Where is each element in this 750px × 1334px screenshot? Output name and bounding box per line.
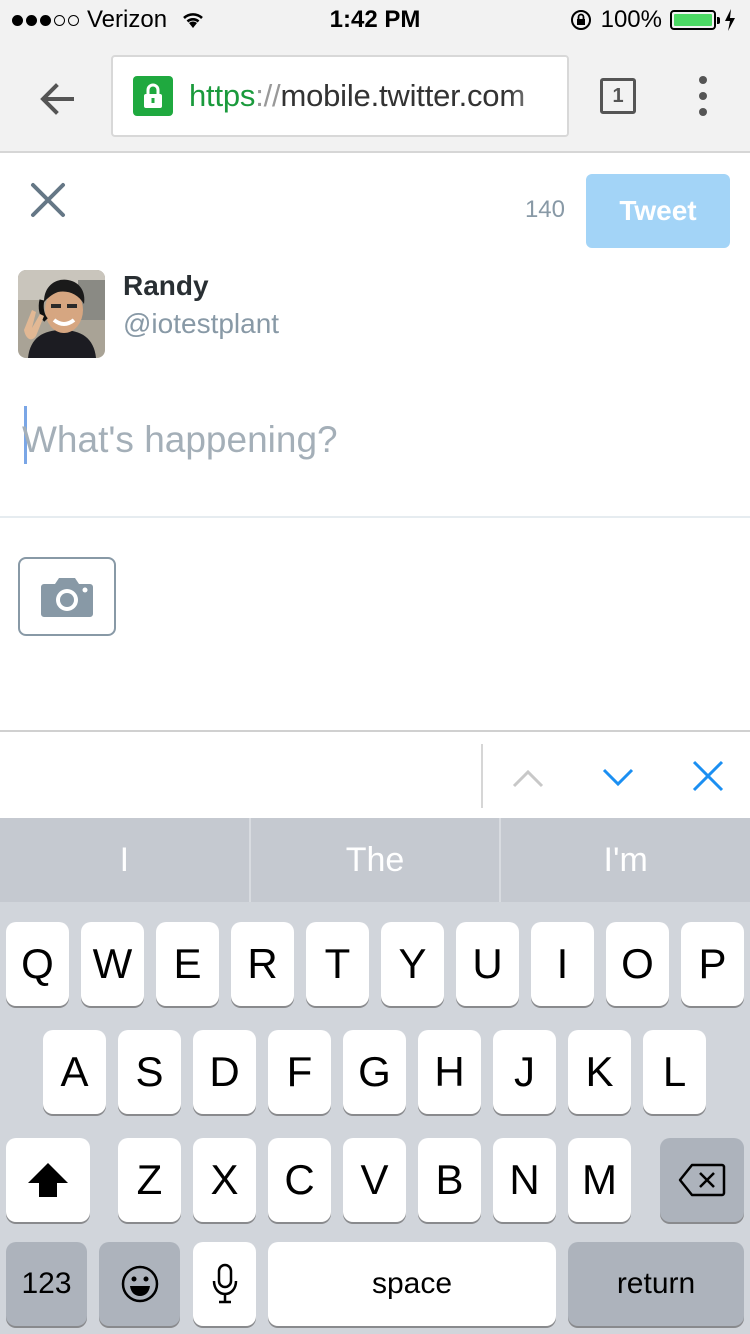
browser-toolbar: https://mobile.twitter.com 1 xyxy=(0,40,750,153)
key-k[interactable]: K xyxy=(568,1030,631,1114)
add-photo-button[interactable] xyxy=(18,557,116,636)
key-o[interactable]: O xyxy=(606,922,669,1006)
suggestion-item[interactable]: I xyxy=(0,818,249,902)
key-v[interactable]: V xyxy=(343,1138,406,1222)
back-arrow-icon[interactable] xyxy=(32,74,82,124)
suggestion-item[interactable]: The xyxy=(248,818,500,902)
space-key[interactable]: space xyxy=(268,1242,556,1326)
key-m[interactable]: M xyxy=(568,1138,631,1222)
charging-icon xyxy=(725,9,735,31)
status-right: 100% xyxy=(569,6,736,34)
url-bar[interactable]: https://mobile.twitter.com xyxy=(111,55,569,137)
backspace-key[interactable] xyxy=(660,1138,744,1222)
close-icon[interactable] xyxy=(690,758,726,794)
key-d[interactable]: D xyxy=(193,1030,256,1114)
user-handle: @iotestplant xyxy=(123,308,280,339)
key-x[interactable]: X xyxy=(193,1138,256,1222)
url-host: mobile.twitter.com xyxy=(280,78,525,113)
key-f[interactable]: F xyxy=(268,1030,331,1114)
url-text: https://mobile.twitter.com xyxy=(189,78,525,114)
key-c[interactable]: C xyxy=(268,1138,331,1222)
camera-icon xyxy=(41,577,93,617)
predictive-bar: I The I'm xyxy=(0,818,750,902)
url-scheme: https xyxy=(189,78,256,113)
key-p[interactable]: P xyxy=(681,922,744,1006)
microphone-icon xyxy=(212,1263,237,1304)
key-h[interactable]: H xyxy=(418,1030,481,1114)
character-count: 140 xyxy=(524,196,565,223)
tweet-button[interactable]: Tweet xyxy=(586,174,730,248)
battery-percent: 100% xyxy=(600,6,662,33)
numbers-key[interactable]: 123 xyxy=(6,1242,87,1326)
status-bar: Verizon 1:42 PM 100% xyxy=(0,0,750,40)
menu-dots-icon[interactable] xyxy=(690,76,716,116)
key-q[interactable]: Q xyxy=(6,922,69,1006)
key-a[interactable]: A xyxy=(43,1030,106,1114)
close-icon[interactable] xyxy=(28,180,68,220)
keyboard: I The I'm Q W E R T Y U I O P A S D F G … xyxy=(0,818,750,1334)
orientation-lock-icon xyxy=(570,10,591,30)
avatar xyxy=(18,270,105,358)
key-r[interactable]: R xyxy=(231,922,294,1006)
chevron-up-icon[interactable] xyxy=(510,760,546,796)
key-i[interactable]: I xyxy=(531,922,594,1006)
key-z[interactable]: Z xyxy=(118,1138,181,1222)
key-s[interactable]: S xyxy=(118,1030,181,1114)
key-e[interactable]: E xyxy=(156,922,219,1006)
shift-key[interactable] xyxy=(6,1138,90,1222)
key-l[interactable]: L xyxy=(643,1030,706,1114)
divider xyxy=(481,744,483,808)
key-g[interactable]: G xyxy=(343,1030,406,1114)
key-y[interactable]: Y xyxy=(381,922,444,1006)
key-j[interactable]: J xyxy=(493,1030,556,1114)
url-separator: :// xyxy=(255,78,281,113)
form-accessory-bar xyxy=(0,730,750,818)
chevron-down-icon[interactable] xyxy=(600,760,636,796)
emoji-icon xyxy=(121,1265,158,1303)
user-name: Randy xyxy=(123,270,209,301)
tabs-icon[interactable]: 1 xyxy=(600,78,636,114)
emoji-key[interactable] xyxy=(99,1242,180,1326)
key-u[interactable]: U xyxy=(456,922,519,1006)
key-b[interactable]: B xyxy=(418,1138,481,1222)
lock-icon xyxy=(133,76,173,116)
key-w[interactable]: W xyxy=(81,922,144,1006)
backspace-icon xyxy=(678,1163,726,1197)
tweet-text-input[interactable] xyxy=(22,410,722,470)
battery-icon xyxy=(670,10,720,30)
key-t[interactable]: T xyxy=(306,922,369,1006)
divider xyxy=(0,516,750,518)
key-n[interactable]: N xyxy=(493,1138,556,1222)
return-key[interactable]: return xyxy=(568,1242,744,1326)
shift-icon xyxy=(28,1163,68,1197)
dictation-key[interactable] xyxy=(193,1242,256,1326)
suggestion-item[interactable]: I'm xyxy=(499,818,750,902)
